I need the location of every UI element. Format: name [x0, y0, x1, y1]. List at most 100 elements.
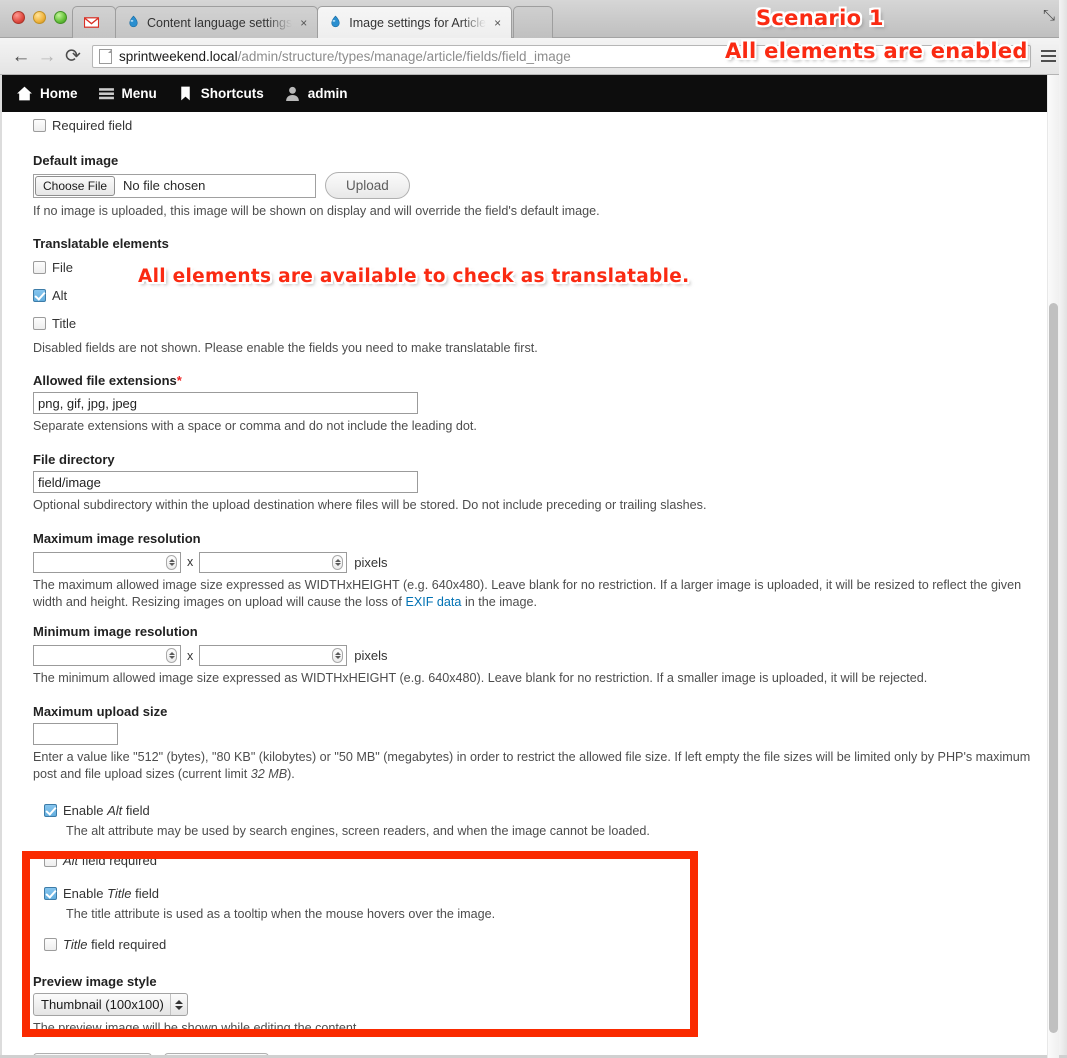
preview-image-style-selected-value: Thumbnail (100x100) [41, 997, 164, 1013]
label-suffix: field required [87, 937, 167, 953]
translatable-option-label: Title [52, 315, 77, 331]
file-input[interactable]: Choose File No file chosen [33, 173, 316, 198]
default-image-description: If no image is uploaded, this image will… [33, 204, 600, 218]
minimum-image-resolution-field: Minimum image resolution x pixels The mi… [33, 624, 1040, 687]
default-image-upload-row: Choose File No file chosen Upload [33, 172, 1040, 199]
required-field-checkbox[interactable] [33, 119, 46, 132]
close-window-button[interactable] [12, 11, 25, 24]
preview-image-style-description: The preview image will be shown while ed… [33, 1021, 360, 1036]
toolbar-item-shortcuts[interactable]: Shortcuts [171, 75, 278, 112]
translatable-title-checkbox[interactable] [33, 316, 46, 330]
default-image-field: Default image Choose File No file chosen… [33, 153, 1040, 220]
preview-image-style-field: Preview image style Thumbnail (100x100) … [33, 974, 1040, 1037]
toolbar-item-label: Home [40, 86, 78, 101]
file-directory-input[interactable] [33, 471, 418, 494]
drupal-icon [328, 15, 343, 30]
menu-icon [98, 85, 115, 102]
browser-menu-button[interactable] [1037, 43, 1059, 69]
alt-field-required-label: Alt field required [63, 853, 157, 868]
scrollbar-thumb[interactable] [1049, 303, 1058, 1033]
gmail-icon [83, 15, 99, 30]
window-traffic-lights [12, 11, 67, 24]
maximum-upload-size-input[interactable] [33, 723, 118, 746]
toolbar-item-admin-account[interactable]: admin [278, 75, 362, 112]
new-tab-button[interactable] [513, 6, 554, 38]
maximum-image-resolution-field: Maximum image resolution x pixels The ma… [33, 531, 1040, 610]
translatable-option-title[interactable]: Title [33, 313, 1040, 334]
tab-content-language-settings[interactable]: Content language settings × [115, 6, 319, 38]
spinner-icon[interactable] [332, 648, 344, 664]
toolbar-item-home[interactable]: Home [10, 75, 92, 112]
enable-title-field-description: The title attribute is used as a tooltip… [66, 907, 496, 922]
exif-data-link[interactable]: EXIF data [405, 595, 461, 609]
desc-part2: in the image. [461, 594, 538, 609]
url-host: sprintweekend.local [119, 48, 238, 64]
min-resolution-width-input[interactable] [33, 645, 181, 667]
title-field-required-row[interactable]: Title field required [44, 934, 1040, 955]
enable-title-field-row[interactable]: Enable Title field [44, 883, 1040, 904]
spinner-icon[interactable] [332, 554, 344, 570]
page-scrollbar[interactable] [1047, 75, 1059, 1058]
max-resolution-width-input[interactable] [33, 551, 181, 573]
tab-image-settings-for-article[interactable]: Image settings for Article × [317, 6, 513, 38]
enable-alt-field-checkbox[interactable] [44, 803, 57, 817]
bookmark-icon [177, 85, 194, 102]
required-field-label: Required field [52, 118, 133, 133]
label-suffix: field [131, 886, 160, 902]
enable-title-field-checkbox[interactable] [44, 887, 57, 901]
title-field-required-checkbox[interactable] [44, 938, 57, 952]
fullscreen-expand-icon[interactable]: ⤡ [1043, 8, 1059, 24]
translatable-option-alt[interactable]: Alt [33, 285, 1040, 306]
preview-image-style-select[interactable]: Thumbnail (100x100) [33, 993, 188, 1017]
label-prefix: Enable [63, 886, 108, 902]
translatable-alt-checkbox[interactable] [33, 288, 46, 302]
translatable-file-checkbox[interactable] [33, 260, 46, 274]
enable-title-field-label: Enable Title field [63, 886, 159, 901]
maximum-upload-size-description: Enter a value like "512" (bytes), "80 KB… [33, 749, 1040, 782]
required-marker: * [176, 373, 182, 389]
tab-label: Content language settings [147, 15, 293, 30]
window-left-edge [0, 75, 2, 1058]
close-icon[interactable]: × [300, 17, 307, 29]
annotation-scenario: Scenario 1 [756, 6, 884, 30]
hamburger-icon-bar [1040, 50, 1056, 52]
home-icon [16, 85, 33, 102]
file-status-text: No file chosen [123, 178, 206, 193]
enable-alt-field-row[interactable]: Enable Alt field [44, 800, 1040, 821]
spinner-icon[interactable] [166, 648, 177, 664]
enable-alt-field-description: The alt attribute may be used by search … [66, 823, 650, 838]
required-field-row[interactable]: Required field [33, 115, 1040, 136]
hamburger-icon-bar [1040, 55, 1056, 57]
reload-button[interactable]: ⟳ [60, 43, 86, 69]
min-resolution-height-input[interactable] [199, 645, 348, 667]
upload-button[interactable]: Upload [325, 172, 410, 199]
close-icon[interactable]: × [494, 17, 501, 29]
tab-pinned-gmail[interactable] [72, 6, 116, 38]
chevron-updown-icon [169, 994, 187, 1016]
tab-label: Image settings for Article [349, 15, 487, 30]
alt-field-required-row[interactable]: Alt field required [44, 850, 1040, 871]
allowed-file-extensions-input[interactable] [33, 392, 418, 415]
url-path: /admin/structure/types/manage/article/fi… [237, 48, 571, 64]
forward-button[interactable]: → [34, 43, 60, 69]
desc-part1: Enter a value like "512" (bytes), "80 KB… [33, 750, 1031, 781]
alt-field-required-checkbox[interactable] [44, 854, 57, 868]
resolution-unit-label: pixels [354, 554, 388, 570]
back-button[interactable]: ← [8, 43, 34, 69]
window-right-edge [1059, 0, 1067, 1058]
current-limit-value: 32 MB [250, 766, 288, 781]
choose-file-button[interactable]: Choose File [35, 175, 116, 196]
maximize-window-button[interactable] [54, 11, 67, 24]
hamburger-icon-bar [1040, 60, 1056, 62]
browser-tab-strip: Content language settings × Image settin… [0, 0, 1067, 38]
alt-title-settings-group: Enable Alt field The alt attribute may b… [33, 800, 1040, 955]
toolbar-item-menu[interactable]: Menu [92, 75, 171, 112]
maximum-image-resolution-label: Maximum image resolution [33, 530, 201, 546]
maximum-upload-size-field: Maximum upload size Enter a value like "… [33, 704, 1040, 782]
max-resolution-height-input[interactable] [199, 551, 348, 573]
image-field-settings-form: Required field Default image Choose File… [0, 112, 1040, 1057]
toolbar-item-label: admin [307, 86, 348, 101]
spinner-icon[interactable] [166, 554, 177, 570]
allowed-file-extensions-label: Allowed file extensions* [33, 373, 1040, 388]
minimize-window-button[interactable] [33, 11, 46, 24]
